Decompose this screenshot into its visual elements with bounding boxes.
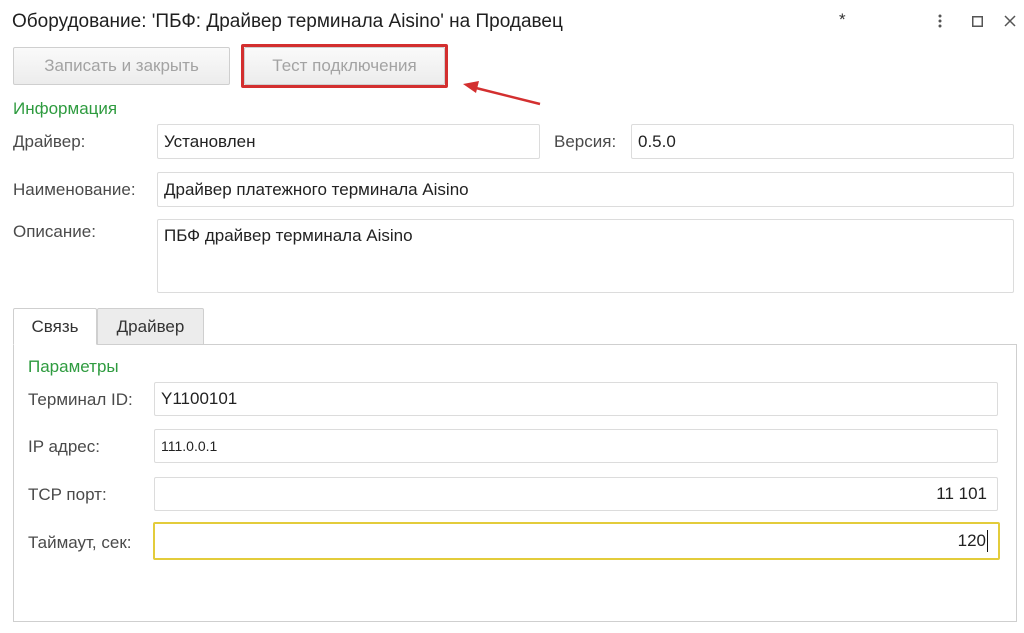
close-icon[interactable] <box>1000 10 1020 32</box>
window-title: Оборудование: 'ПБФ: Драйвер терминала Ai… <box>12 11 563 32</box>
name-field[interactable]: Драйвер платежного терминала Aisino <box>157 172 1014 207</box>
ip-address-label: IP адрес: <box>28 437 100 456</box>
timeout-value: 120 <box>957 531 986 550</box>
tcp-port-field[interactable]: 11 101 <box>154 477 998 511</box>
version-field[interactable]: 0.5.0 <box>631 124 1014 159</box>
more-vertical-icon[interactable] <box>930 10 950 32</box>
timeout-field[interactable]: 120 <box>153 522 1000 560</box>
test-connection-button[interactable]: Тест подключения <box>244 47 445 85</box>
info-section-title: Информация <box>13 99 118 118</box>
modified-indicator: * <box>839 10 846 29</box>
maximize-icon[interactable] <box>967 10 987 32</box>
version-label: Версия: <box>554 132 617 151</box>
driver-field[interactable]: Установлен <box>157 124 540 159</box>
text-caret <box>987 530 988 552</box>
ip-address-field[interactable]: 111.0.0.1 <box>154 429 998 463</box>
params-section-title: Параметры <box>28 357 119 376</box>
save-and-close-button[interactable]: Записать и закрыть <box>13 47 230 85</box>
tcp-port-label: TCP порт: <box>28 485 107 504</box>
driver-label: Драйвер: <box>13 132 86 151</box>
tab-connection[interactable]: Связь <box>13 308 97 345</box>
description-label: Описание: <box>13 222 96 241</box>
description-field[interactable]: ПБФ драйвер терминала Aisino <box>157 219 1014 293</box>
name-label: Наименование: <box>13 180 136 199</box>
terminal-id-field[interactable]: Y1100101 <box>154 382 998 416</box>
timeout-label: Таймаут, сек: <box>28 533 132 552</box>
terminal-id-label: Терминал ID: <box>28 390 133 409</box>
tab-driver[interactable]: Драйвер <box>97 308 204 345</box>
